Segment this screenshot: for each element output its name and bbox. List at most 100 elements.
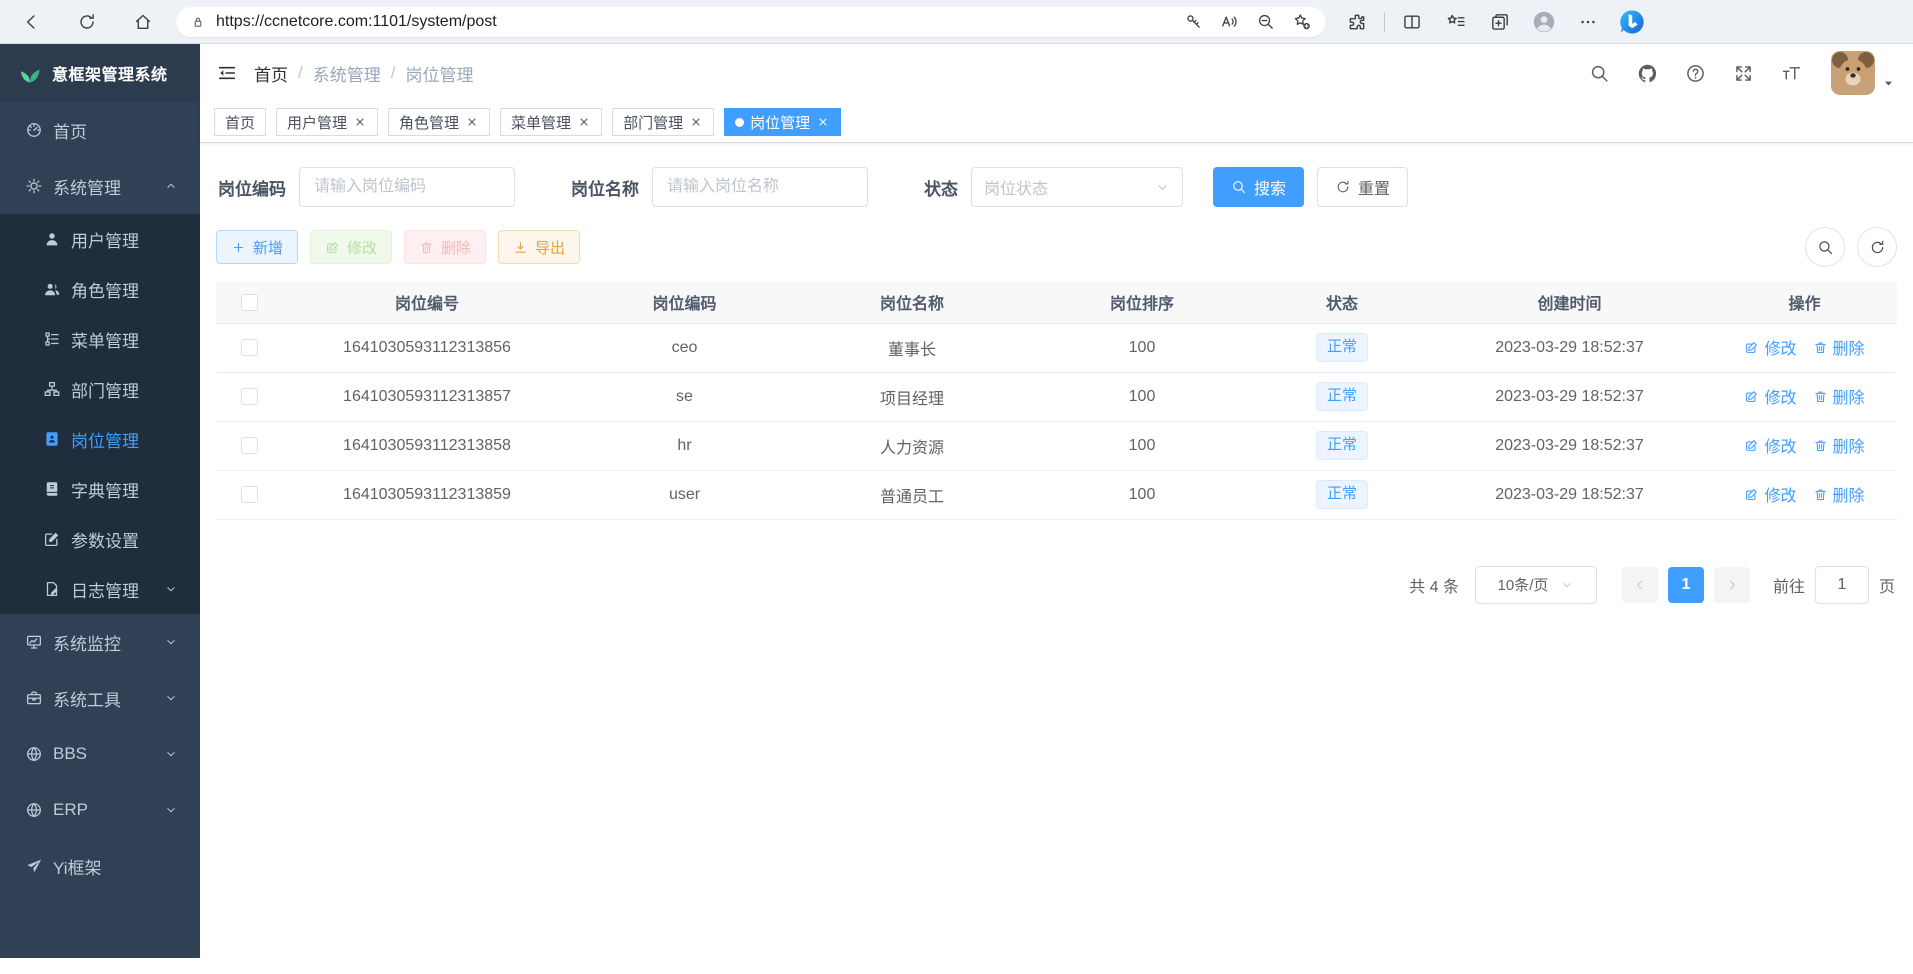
- sidebar-item-dept-management[interactable]: 部门管理: [0, 364, 200, 414]
- row-checkbox[interactable]: [241, 437, 258, 454]
- post-name-cell: 普通员工: [797, 470, 1027, 519]
- browser-profile-button[interactable]: [1527, 5, 1561, 39]
- sidebar-item-param-settings[interactable]: 参数设置: [0, 514, 200, 564]
- status-select[interactable]: 岗位状态: [971, 167, 1183, 207]
- fullscreen-button[interactable]: [1733, 63, 1754, 84]
- row-checkbox[interactable]: [241, 388, 258, 405]
- tab-post-management[interactable]: 岗位管理: [724, 108, 841, 136]
- created-at-cell: 2023-03-29 18:52:37: [1427, 323, 1712, 372]
- prev-page-button[interactable]: [1622, 567, 1658, 603]
- sidebar-item-post-management[interactable]: 岗位管理: [0, 414, 200, 464]
- sidebar-menu: 首页系统管理用户管理角色管理菜单管理部门管理岗位管理字典管理参数设置日志管理系统…: [0, 102, 200, 894]
- tab-dept-management[interactable]: 部门管理: [612, 108, 714, 136]
- post-name-input[interactable]: [652, 167, 868, 207]
- close-icon[interactable]: [816, 115, 830, 129]
- sidebar-fold-button[interactable]: [216, 62, 238, 84]
- page-size-select[interactable]: 10条/页: [1475, 566, 1597, 604]
- sidebar-item-role-management[interactable]: 角色管理: [0, 264, 200, 314]
- extensions-button[interactable]: [1340, 5, 1374, 39]
- edit-button[interactable]: 修改: [310, 230, 392, 264]
- reset-button[interactable]: 重置: [1317, 167, 1408, 207]
- row-edit-button[interactable]: 修改: [1744, 482, 1796, 506]
- bing-icon: [1618, 8, 1646, 36]
- split-screen-icon: [1402, 12, 1422, 32]
- toggle-search-button[interactable]: [1805, 227, 1845, 267]
- edit-icon: [1744, 438, 1759, 453]
- status-badge: 正常: [1316, 382, 1368, 411]
- row-edit-button[interactable]: 修改: [1744, 384, 1796, 408]
- status-badge: 正常: [1316, 333, 1368, 362]
- collections-button[interactable]: [1483, 5, 1517, 39]
- refresh-table-button[interactable]: [1857, 227, 1897, 267]
- dashboard-icon: [25, 121, 43, 139]
- select-all-checkbox[interactable]: [241, 294, 258, 311]
- github-button[interactable]: [1637, 63, 1658, 84]
- tab-home[interactable]: 首页: [214, 108, 266, 136]
- tab-user-management[interactable]: 用户管理: [276, 108, 378, 136]
- row-delete-button[interactable]: 删除: [1813, 335, 1865, 359]
- delete-button[interactable]: 删除: [404, 230, 486, 264]
- next-page-button[interactable]: [1714, 567, 1750, 603]
- bing-copilot-button[interactable]: [1615, 5, 1649, 39]
- font-size-button[interactable]: [1781, 63, 1802, 84]
- created-at-cell: 2023-03-29 18:52:37: [1427, 421, 1712, 470]
- sidebar-item-erp[interactable]: ERP: [0, 782, 200, 838]
- row-edit-button[interactable]: 修改: [1744, 335, 1796, 359]
- sidebar-item-menu-management[interactable]: 菜单管理: [0, 314, 200, 364]
- add-button[interactable]: 新增: [216, 230, 298, 264]
- password-key-button[interactable]: [1178, 7, 1208, 37]
- read-aloud-button[interactable]: [1214, 7, 1244, 37]
- url-text: https://ccnetcore.com:1101/system/post: [216, 13, 1172, 31]
- app-logo[interactable]: 意框架管理系统: [0, 44, 200, 102]
- tab-role-management[interactable]: 角色管理: [388, 108, 490, 136]
- sidebar-item-system-management[interactable]: 系统管理: [0, 158, 200, 214]
- menu-tree-icon: [43, 330, 61, 348]
- browser-home-button[interactable]: [126, 5, 160, 39]
- close-icon[interactable]: [689, 115, 703, 129]
- close-icon[interactable]: [577, 115, 591, 129]
- post-code-cell: ceo: [572, 323, 797, 372]
- post-code-input[interactable]: [299, 167, 515, 207]
- header-search-button[interactable]: [1589, 63, 1610, 84]
- page-number-button[interactable]: 1: [1668, 567, 1704, 603]
- row-checkbox[interactable]: [241, 486, 258, 503]
- help-button[interactable]: [1685, 63, 1706, 84]
- breadcrumb-system[interactable]: 系统管理: [313, 61, 381, 86]
- tab-menu-management[interactable]: 菜单管理: [500, 108, 602, 136]
- sidebar-item-system-tools[interactable]: 系统工具: [0, 670, 200, 726]
- close-icon[interactable]: [465, 115, 479, 129]
- favorite-add-button[interactable]: [1286, 7, 1316, 37]
- sidebar-item-log-management[interactable]: 日志管理: [0, 564, 200, 614]
- browser-menu-button[interactable]: [1571, 5, 1605, 39]
- browser-back-button[interactable]: [14, 5, 48, 39]
- horizontal-scrollbar[interactable]: [0, 958, 200, 974]
- breadcrumb-home[interactable]: 首页: [254, 61, 288, 86]
- sidebar-item-bbs[interactable]: BBS: [0, 726, 200, 782]
- zoom-out-button[interactable]: [1250, 7, 1280, 37]
- favorites-bar-button[interactable]: [1439, 5, 1473, 39]
- post-name-cell: 人力资源: [797, 421, 1027, 470]
- breadcrumb: 首页 / 系统管理 / 岗位管理: [254, 61, 473, 86]
- close-icon[interactable]: [353, 115, 367, 129]
- row-checkbox[interactable]: [241, 339, 258, 356]
- row-delete-button[interactable]: 删除: [1813, 482, 1865, 506]
- sidebar-item-yi-framework[interactable]: Yi框架: [0, 838, 200, 894]
- row-edit-button[interactable]: 修改: [1744, 433, 1796, 457]
- row-delete-button[interactable]: 删除: [1813, 433, 1865, 457]
- row-delete-button[interactable]: 删除: [1813, 384, 1865, 408]
- edit-icon: [1744, 340, 1759, 355]
- goto-page-input[interactable]: [1815, 566, 1869, 604]
- user-menu[interactable]: [1831, 51, 1895, 95]
- sidebar-item-dict-management[interactable]: 字典管理: [0, 464, 200, 514]
- export-button[interactable]: 导出: [498, 230, 580, 264]
- star-add-icon: [1292, 12, 1311, 31]
- sidebar-item-home[interactable]: 首页: [0, 102, 200, 158]
- sidebar-item-user-management[interactable]: 用户管理: [0, 214, 200, 264]
- sidebar-item-system-monitor[interactable]: 系统监控: [0, 614, 200, 670]
- browser-refresh-button[interactable]: [70, 5, 104, 39]
- address-bar[interactable]: https://ccnetcore.com:1101/system/post: [176, 7, 1326, 37]
- split-screen-button[interactable]: [1395, 5, 1429, 39]
- search-button[interactable]: 搜索: [1213, 167, 1304, 207]
- column-header: 岗位排序: [1027, 282, 1257, 323]
- trash-icon: [419, 240, 434, 255]
